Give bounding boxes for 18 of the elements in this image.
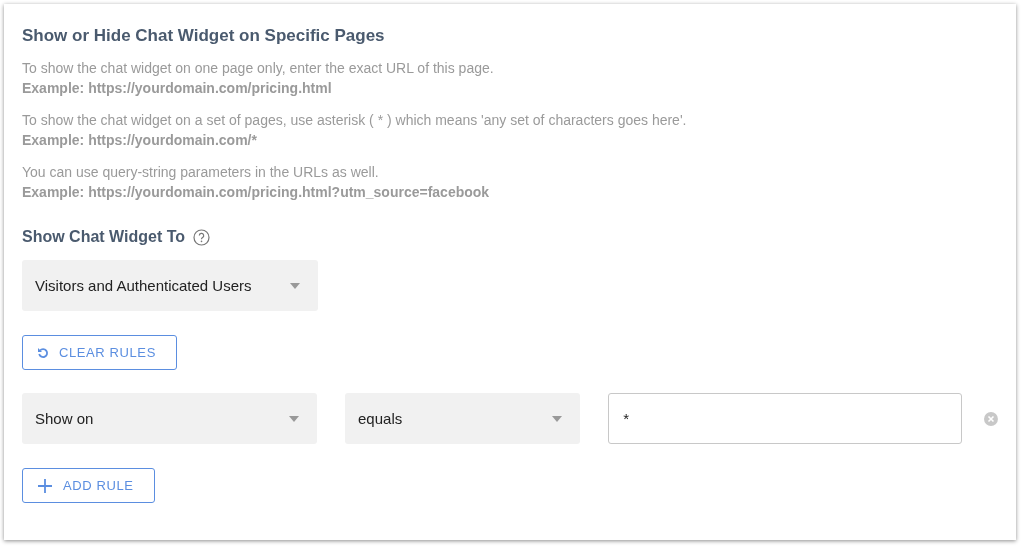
caret-icon bbox=[552, 415, 563, 422]
section-title: Show or Hide Chat Widget on Specific Pages bbox=[22, 26, 386, 46]
example-text: Example: https://yourdomain.com/* bbox=[22, 131, 258, 150]
instruction-text: To show the chat widget on a set of pages, use asterisk ( * ) which means 'any set of characters goes here'. bbox=[22, 111, 688, 130]
example-text: Example: https://yourdomain.com/pricing.html?utm_source=facebook bbox=[22, 183, 491, 202]
caret-icon bbox=[289, 415, 299, 422]
operator-dropdown[interactable]: equals bbox=[345, 393, 581, 444]
caret-icon bbox=[290, 282, 300, 289]
condition-dropdown[interactable]: Show on bbox=[22, 393, 317, 444]
instruction-text: You can use query-string parameters in the URLs as well. bbox=[22, 163, 380, 182]
reset-icon bbox=[37, 346, 49, 359]
audience-dropdown[interactable]: Visitors and Authenticated Users bbox=[22, 260, 318, 311]
plus-icon bbox=[37, 477, 53, 494]
help-icon[interactable] bbox=[193, 228, 211, 246]
audience-label: Show Chat Widget To bbox=[22, 228, 186, 246]
url-input-field[interactable]: * bbox=[608, 393, 963, 444]
example-text: Example: https://yourdomain.com/pricing.html bbox=[22, 79, 333, 98]
instruction-text: To show the chat widget on one page only, enter the exact URL of this page. bbox=[22, 59, 495, 78]
